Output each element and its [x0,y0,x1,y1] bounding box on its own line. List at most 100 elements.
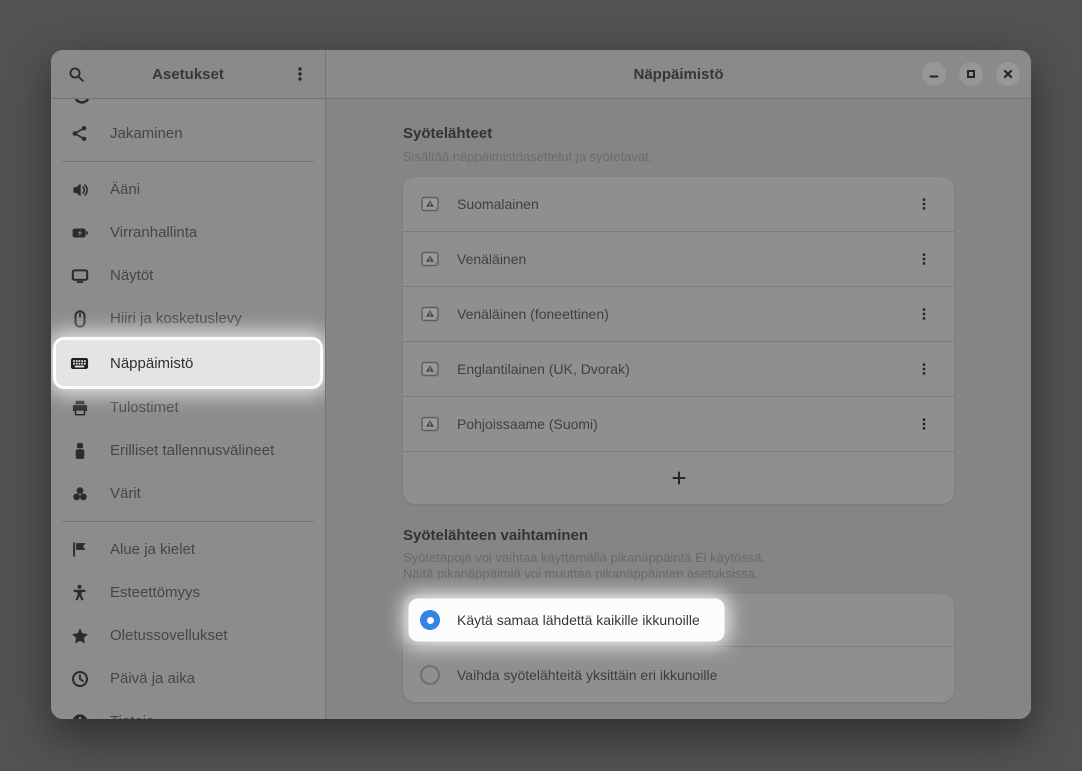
maximize-icon [965,68,977,80]
minimize-icon [928,68,940,80]
input-source-row[interactable]: Suomalainen [403,177,954,232]
input-source-row[interactable]: Pohjoissaame (Suomi) [403,397,954,452]
sidebar-item-hiiri[interactable]: Hiiri ja kosketuslevy [56,297,320,340]
sidebar-nav: Jakaminen Ääni Virranhallinta Näytöt [51,99,325,719]
add-input-source-button[interactable] [403,452,954,504]
sidebar-item-label: Hiiri ja kosketuslevy [110,310,242,327]
keyboard-icon [70,354,89,373]
mouse-icon [70,309,89,328]
input-source-label: Venäläinen [457,251,894,267]
sidebar-item-varit[interactable]: Värit [56,472,320,515]
maximize-button[interactable] [959,62,983,86]
sidebar-item-label: Tietoja [110,713,154,719]
sidebar-item-label: Esteettömyys [110,584,200,601]
close-button[interactable] [996,62,1020,86]
sidebar-item-aani[interactable]: Ääni [56,168,320,211]
sidebar-item-label: Alue ja kielet [110,541,195,558]
search-button[interactable] [61,59,91,89]
input-source-row[interactable]: Venäläinen [403,232,954,287]
sidebar-item-naytot[interactable]: Näytöt [56,254,320,297]
menu-kebab-icon [292,66,308,82]
sidebar-item-esteettomyys[interactable]: Esteettömyys [56,571,320,614]
sidebar-item-label: Oletussovellukset [110,627,228,644]
switching-description: Syötetapoja voi vaihtaa käyttämällä pika… [403,550,954,581]
sidebar-divider [62,521,314,522]
missing-image-icon [420,249,440,269]
switching-options-card: Käytä samaa lähdettä kaikille ikkunoille… [403,594,954,702]
highlighted-option[interactable]: Käytä samaa lähdettä kaikille ikkunoille [411,601,722,639]
sidebar-item-tallennusvalineet[interactable]: Erilliset tallennusvälineet [56,429,320,472]
primary-menu-button[interactable] [285,59,315,89]
missing-image-icon [420,359,440,379]
source-menu-button[interactable] [911,246,937,272]
source-menu-button[interactable] [911,191,937,217]
color-circles-icon [70,484,89,503]
switching-description-line2: Näitä pikanäppäimiä voi muuttaa pikanäpp… [403,566,954,582]
sidebar-item-label: Erilliset tallennusvälineet [110,442,274,459]
source-menu-button[interactable] [911,411,937,437]
sidebar-item-label: Värit [110,485,141,502]
minimize-button[interactable] [922,62,946,86]
missing-image-icon [420,194,440,214]
input-source-label: Suomalainen [457,196,894,212]
page-title: Näppäimistö [633,66,723,83]
sidebar-item-alue-ja-kielet[interactable]: Alue ja kielet [56,528,320,571]
sidebar-item-jakaminen[interactable]: Jakaminen [56,112,320,155]
main-header: Näppäimistö [326,50,1031,99]
sidebar-item-label: Päivä ja aika [110,670,195,687]
input-source-label: Englantilainen (UK, Dvorak) [457,361,894,377]
radio-unselected-icon[interactable] [420,665,440,685]
clock-icon [70,669,89,688]
input-source-row[interactable]: Venäläinen (foneettinen) [403,287,954,342]
settings-window: Asetukset Jakaminen [51,50,1031,719]
keyboard-settings-content: Syötelähteet Sisältää näppäimistöasettel… [326,99,1031,719]
sidebar-item-oletussovellukset[interactable]: Oletussovellukset [56,614,320,657]
usb-drive-icon [70,441,89,460]
sidebar-header: Asetukset [51,50,325,99]
window-controls [922,50,1020,98]
input-source-label: Pohjoissaame (Suomi) [457,416,894,432]
printer-icon [70,398,89,417]
accessibility-icon [70,583,89,602]
sidebar-item-tietoja[interactable]: Tietoja [56,700,320,719]
sidebar-item-label: Ääni [110,181,140,198]
sidebar-app-title: Asetukset [152,66,224,83]
battery-icon [70,223,89,242]
sidebar-item-paiva-ja-aika[interactable]: Päivä ja aika [56,657,320,700]
partial-icon [74,99,90,107]
sidebar-item-partial[interactable] [56,99,320,112]
speaker-icon [70,180,89,199]
input-source-label: Venäläinen (foneettinen) [457,306,894,322]
option-row-per-window[interactable]: Vaihda syötelähteitä yksittäin eri ikkun… [403,647,954,702]
option-label: Vaihda syötelähteitä yksittäin eri ikkun… [457,667,717,683]
option-row-same-source[interactable]: Käytä samaa lähdettä kaikille ikkunoille [403,594,954,647]
radio-selected-icon[interactable] [420,610,440,630]
sidebar-item-tulostimet[interactable]: Tulostimet [56,386,320,429]
main-panel: Näppäimistö [326,50,1031,719]
sidebar-item-label: Virranhallinta [110,224,197,241]
missing-image-icon [420,304,440,324]
source-menu-button[interactable] [911,356,937,382]
sidebar-divider [62,161,314,162]
share-icon [70,124,89,143]
sidebar: Asetukset Jakaminen [51,50,326,719]
input-sources-subtitle: Sisältää näppäimistöasettelut ja syöteta… [403,149,954,164]
sidebar-item-label: Näytöt [110,267,153,284]
search-icon [68,66,85,83]
source-menu-button[interactable] [911,301,937,327]
input-sources-card: Suomalainen Venäläinen [403,177,954,504]
missing-image-icon [420,414,440,434]
sidebar-item-nappaimisto[interactable]: Näppäimistö [56,340,320,386]
star-icon [70,626,89,645]
plus-icon [671,470,687,486]
sidebar-item-virranhallinta[interactable]: Virranhallinta [56,211,320,254]
info-icon [70,712,89,719]
input-source-row[interactable]: Englantilainen (UK, Dvorak) [403,342,954,397]
sidebar-item-label: Näppäimistö [110,355,193,372]
close-icon [1002,68,1014,80]
monitor-icon [70,266,89,285]
flag-icon [70,540,89,559]
sidebar-item-label: Jakaminen [110,125,183,142]
switching-title: Syötelähteen vaihtaminen [403,527,954,544]
input-sources-title: Syötelähteet [403,125,954,142]
